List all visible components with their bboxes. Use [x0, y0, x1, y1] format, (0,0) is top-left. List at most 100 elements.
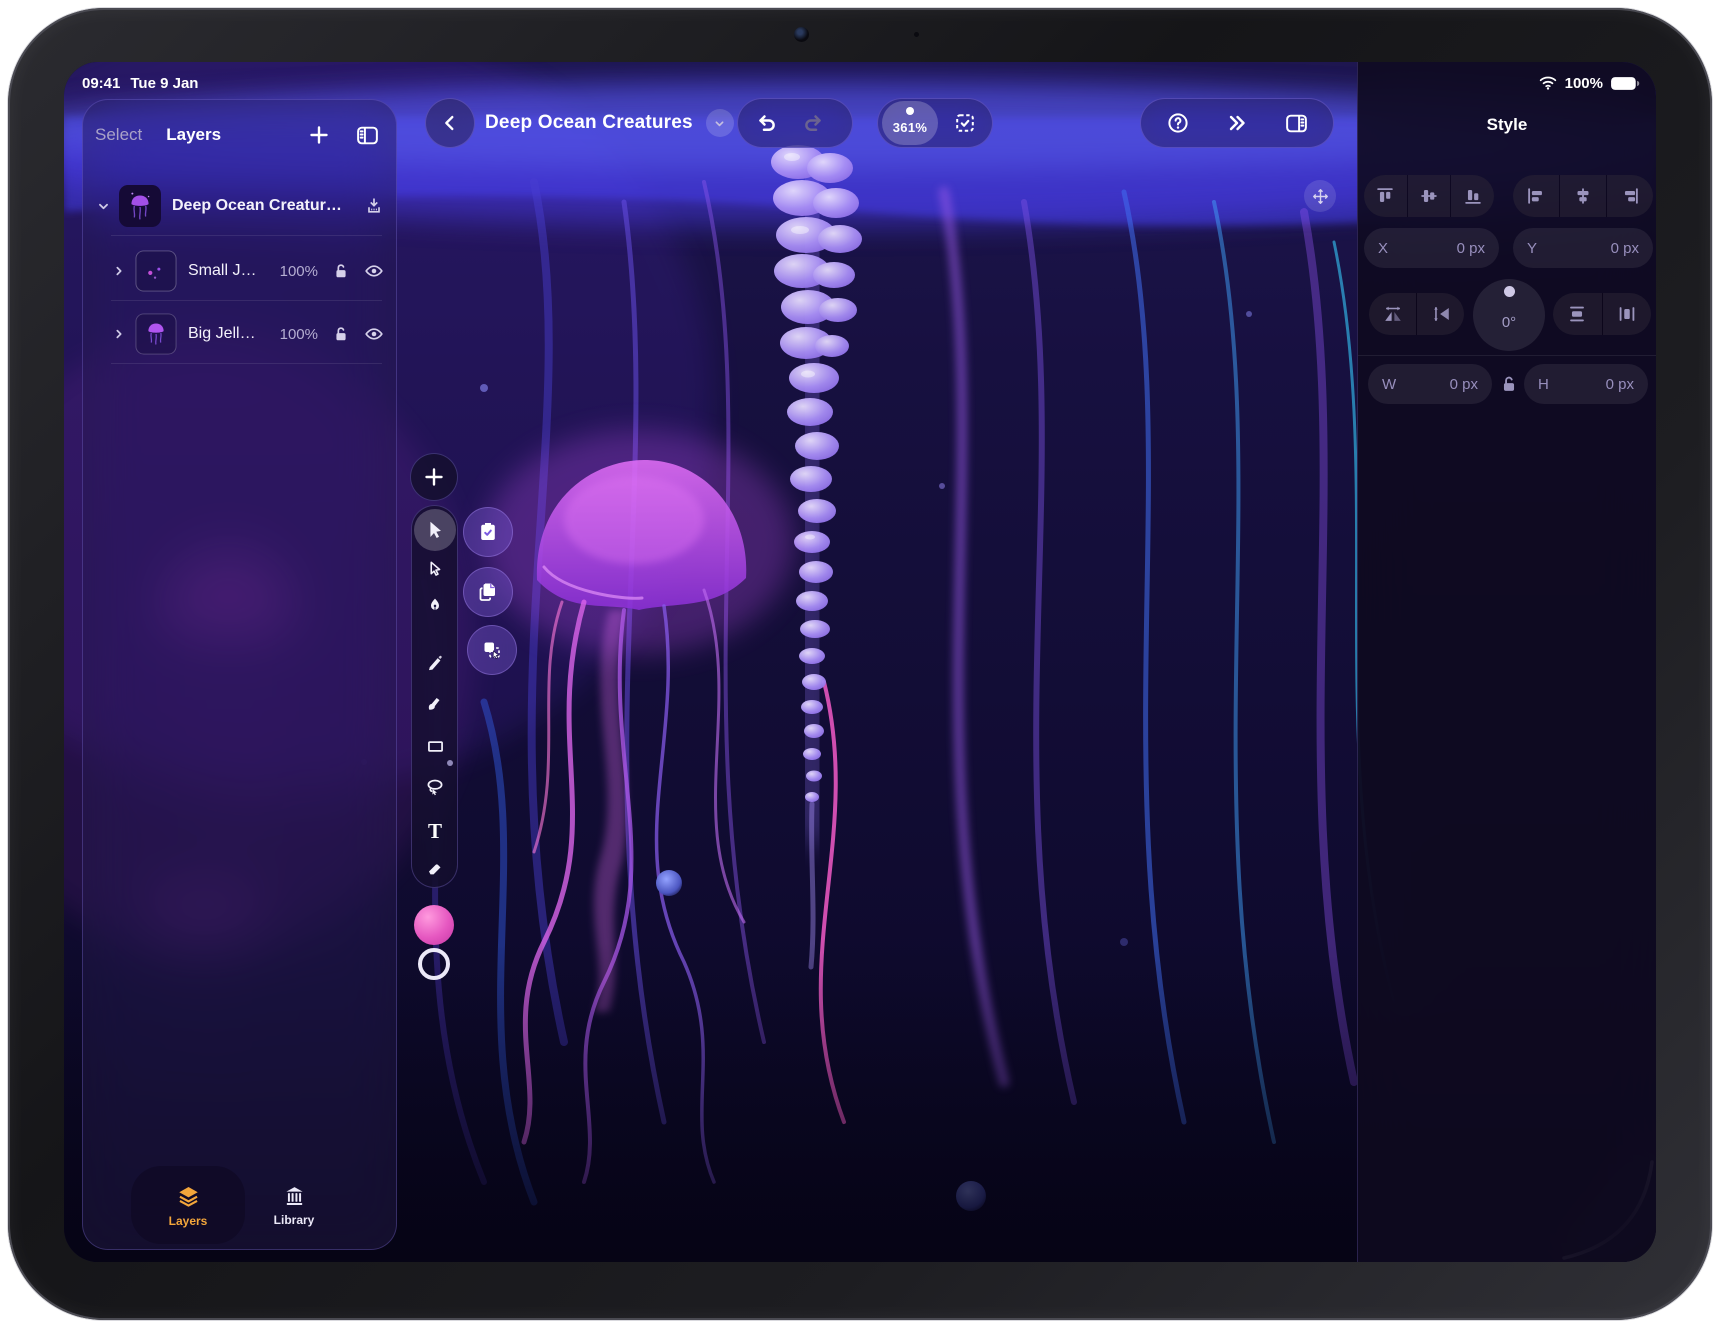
zoom-level-button[interactable]: 361%: [882, 101, 938, 145]
distribute-horizontal-icon: [1616, 303, 1638, 325]
style-panel: Style: [1357, 62, 1656, 1262]
tool-node-select[interactable]: [414, 548, 456, 590]
layer-row-group[interactable]: Deep Ocean Creatur…: [83, 183, 396, 229]
layer-name: Big Jell…: [188, 325, 280, 343]
bottom-tab-library[interactable]: Library: [253, 1173, 335, 1237]
paste-style-button[interactable]: [463, 507, 513, 557]
layer-thumbnail[interactable]: [135, 250, 177, 292]
download-tray-icon[interactable]: [363, 195, 385, 217]
undo-button[interactable]: [744, 101, 790, 145]
cursor-arrow-icon: [424, 519, 446, 541]
plus-icon: [307, 123, 331, 147]
align-center-button[interactable]: [1560, 175, 1606, 217]
pen-nib-icon: [425, 596, 445, 616]
layer-row-small-jellyfish[interactable]: Small J… 100%: [83, 248, 396, 294]
align-right-button[interactable]: [1607, 175, 1653, 217]
align-left-button[interactable]: [1513, 175, 1559, 217]
add-shape-button[interactable]: [410, 453, 458, 501]
rotation-dial-dot: [1504, 286, 1515, 297]
redo-icon: [801, 111, 825, 135]
flip-group: [1369, 293, 1464, 335]
align-vertical-group: [1364, 175, 1494, 217]
right-panel-toggle[interactable]: [1274, 101, 1320, 145]
duplicate-button[interactable]: [463, 567, 513, 617]
eye-icon[interactable]: [363, 260, 385, 282]
paste-selection-button[interactable]: [467, 625, 517, 675]
y-position-field[interactable]: Y 0 px: [1513, 228, 1653, 268]
height-field[interactable]: H 0 px: [1524, 364, 1648, 404]
document-title: Deep Ocean Creatures: [485, 112, 693, 134]
layer-thumbnail[interactable]: [135, 313, 177, 355]
eye-icon[interactable]: [363, 323, 385, 345]
redo-button[interactable]: [790, 101, 836, 145]
stroke-color-swatch[interactable]: [418, 948, 450, 980]
double-chevron-right-icon: [1224, 110, 1250, 136]
tool-pen[interactable]: [414, 585, 456, 627]
undo-icon: [755, 111, 779, 135]
tool-brush[interactable]: [414, 682, 456, 724]
tab-layers[interactable]: Layers: [166, 125, 221, 145]
divider: [111, 235, 382, 236]
back-button[interactable]: [425, 98, 475, 148]
node-arrow-icon: [425, 559, 445, 579]
flip-vertical-button[interactable]: [1417, 293, 1464, 335]
w-label: W: [1382, 376, 1396, 393]
flip-horizontal-icon: [1382, 303, 1404, 325]
add-layer-button[interactable]: [304, 120, 334, 150]
y-value: 0 px: [1611, 240, 1639, 257]
chevron-right-icon[interactable]: [109, 326, 129, 342]
bottom-tab-layers[interactable]: Layers: [131, 1166, 245, 1244]
distribute-vertical-button[interactable]: [1553, 293, 1602, 335]
lasso-icon: [424, 776, 446, 798]
layer-opacity[interactable]: 100%: [280, 326, 318, 343]
distribute-horizontal-button[interactable]: [1603, 293, 1652, 335]
plus-icon: [422, 465, 446, 489]
text-tool-icon: T: [428, 821, 442, 842]
layer-opacity[interactable]: 100%: [280, 263, 318, 280]
align-top-button[interactable]: [1364, 175, 1407, 217]
help-button[interactable]: [1155, 101, 1201, 145]
chevron-down-icon[interactable]: [93, 198, 113, 215]
h-value: 0 px: [1606, 376, 1634, 393]
align-left-icon: [1525, 185, 1547, 207]
select-all-button[interactable]: [938, 101, 992, 145]
tool-lasso[interactable]: [414, 766, 456, 808]
align-bottom-button[interactable]: [1451, 175, 1494, 217]
rotation-dial[interactable]: 0°: [1473, 279, 1545, 351]
document-title-group[interactable]: Deep Ocean Creatures: [485, 98, 734, 148]
tool-marker[interactable]: [414, 642, 456, 684]
chevron-right-icon[interactable]: [109, 263, 129, 279]
canvas-move-handle[interactable]: [1304, 180, 1336, 212]
lock-open-icon[interactable]: [330, 323, 352, 345]
title-menu-button[interactable]: [706, 109, 734, 137]
marker-icon: [425, 653, 445, 673]
flip-horizontal-button[interactable]: [1369, 293, 1416, 335]
chevron-down-icon: [712, 116, 727, 131]
divider: [111, 363, 382, 364]
distribute-vertical-icon: [1566, 303, 1588, 325]
question-circle-icon: [1166, 111, 1190, 135]
layer-row-big-jellyfish[interactable]: Big Jell… 100%: [83, 311, 396, 357]
ipad-body: 09:41 Tue 9 Jan 100% Deep Ocean Creature…: [8, 8, 1712, 1320]
fill-color-swatch[interactable]: [414, 905, 454, 945]
tool-select-cursor[interactable]: [414, 509, 456, 551]
left-panel-toggle[interactable]: [352, 120, 382, 150]
layer-thumbnail[interactable]: [119, 185, 161, 227]
paste-selection-icon: [480, 638, 504, 662]
align-middle-button[interactable]: [1408, 175, 1451, 217]
sidebar-left-icon: [355, 123, 380, 148]
w-value: 0 px: [1450, 376, 1478, 393]
width-field[interactable]: W 0 px: [1368, 364, 1492, 404]
lock-open-icon[interactable]: [330, 260, 352, 282]
tool-eraser[interactable]: [414, 847, 456, 889]
x-value: 0 px: [1457, 240, 1485, 257]
x-position-field[interactable]: X 0 px: [1364, 228, 1499, 268]
size-lock-button[interactable]: [1498, 373, 1520, 395]
tool-text[interactable]: T: [414, 810, 456, 852]
align-bottom-icon: [1462, 185, 1484, 207]
align-center-icon: [1572, 185, 1594, 207]
tab-select[interactable]: Select: [95, 125, 142, 145]
forward-button[interactable]: [1214, 101, 1260, 145]
layers-stack-icon: [175, 1183, 202, 1210]
sidebar-right-icon: [1284, 111, 1309, 136]
